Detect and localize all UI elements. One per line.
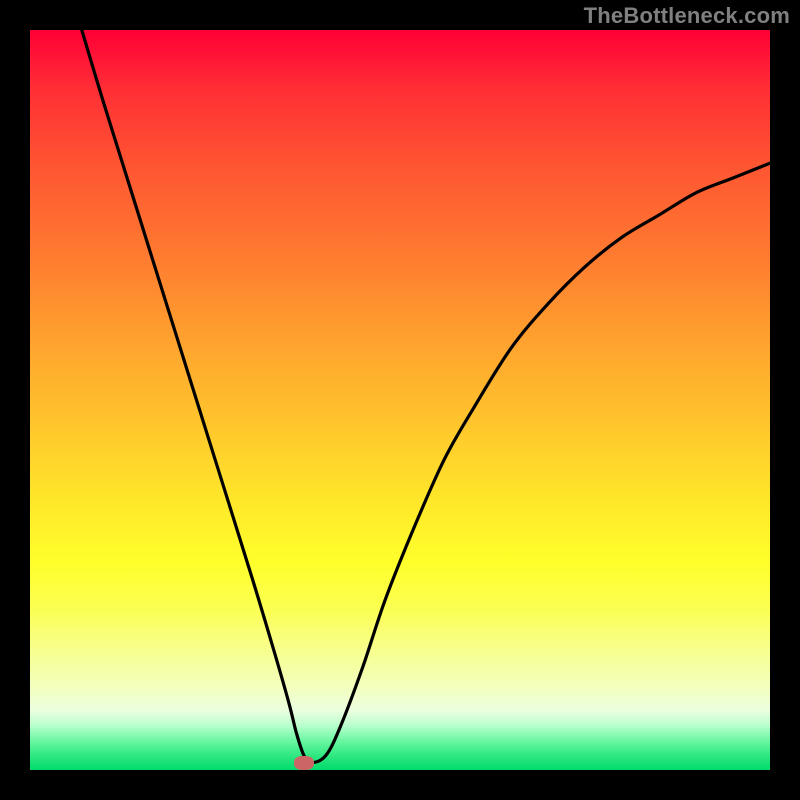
watermark-text: TheBottleneck.com: [584, 3, 790, 29]
bottleneck-curve: [82, 30, 770, 763]
optimal-point-marker: [294, 756, 314, 770]
curve-svg: [30, 30, 770, 770]
chart-frame: TheBottleneck.com: [0, 0, 800, 800]
plot-area: [30, 30, 770, 770]
